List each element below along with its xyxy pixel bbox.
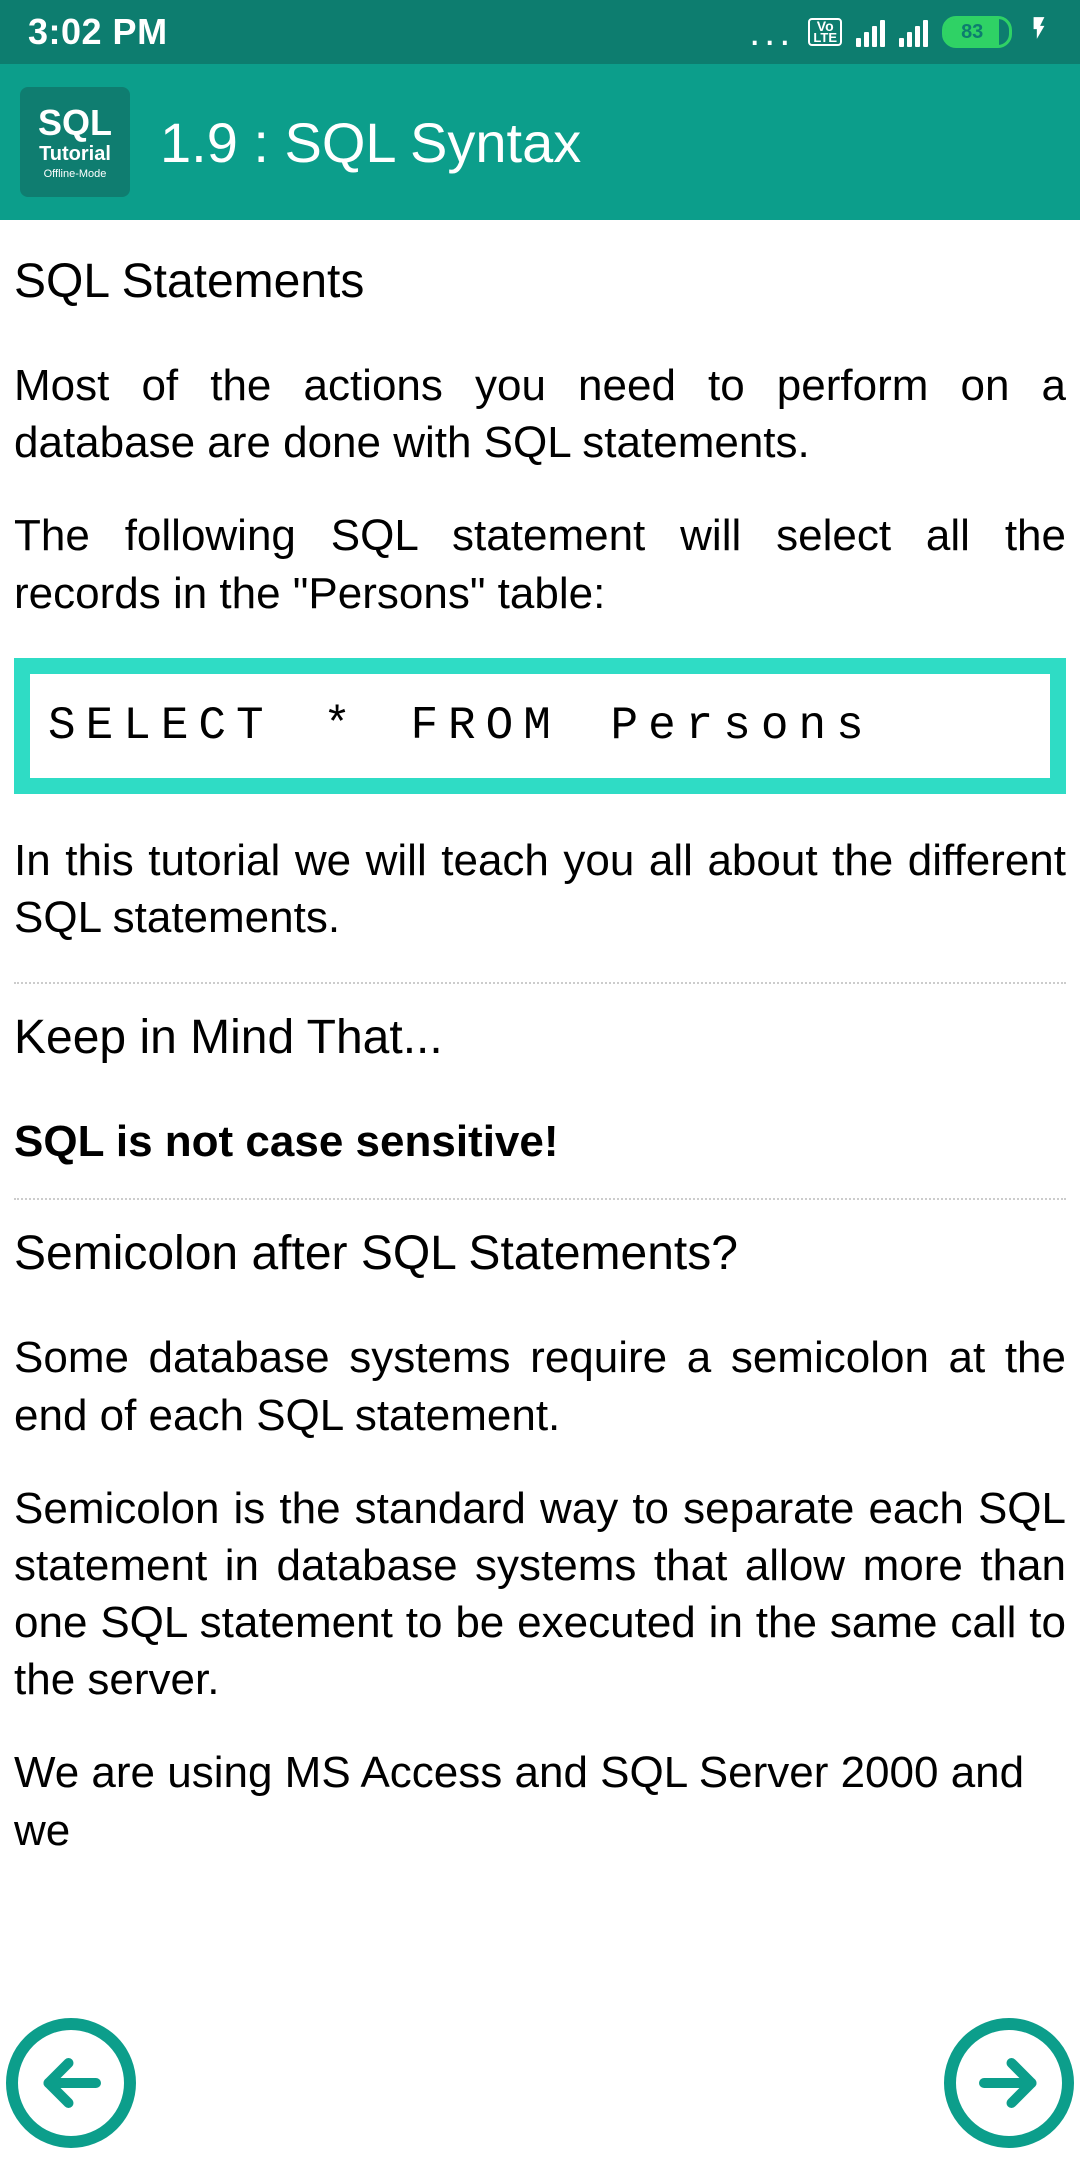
app-logo[interactable]: SQL Tutorial Offline-Mode xyxy=(20,87,130,197)
paragraph: We are using MS Access and SQL Server 20… xyxy=(14,1744,1066,1858)
more-icon: ... xyxy=(749,12,794,52)
heading-keep-in-mind: Keep in Mind That... xyxy=(14,1010,1066,1065)
arrow-right-icon xyxy=(979,2053,1039,2113)
code-example: SELECT * FROM Persons xyxy=(28,672,1052,780)
logo-line1: SQL xyxy=(38,105,112,141)
paragraph: Most of the actions you need to perform … xyxy=(14,357,1066,471)
paragraph: Some database systems require a semicolo… xyxy=(14,1329,1066,1443)
status-bar: 3:02 PM ... Vo LTE 83 xyxy=(0,0,1080,64)
paragraph: Semicolon is the standard way to separat… xyxy=(14,1480,1066,1709)
signal-icon xyxy=(856,17,885,47)
next-button[interactable] xyxy=(944,2018,1074,2148)
divider xyxy=(14,1198,1066,1200)
logo-line3: Offline-Mode xyxy=(44,168,107,180)
battery-icon: 83 xyxy=(942,16,1012,48)
paragraph: The following SQL statement will select … xyxy=(14,507,1066,621)
heading-semicolon: Semicolon after SQL Statements? xyxy=(14,1226,1066,1281)
code-example-box: SELECT * FROM Persons xyxy=(14,658,1066,794)
arrow-left-icon xyxy=(41,2053,101,2113)
app-bar: SQL Tutorial Offline-Mode 1.9 : SQL Synt… xyxy=(0,64,1080,220)
paragraph-strong: SQL is not case sensitive! xyxy=(14,1113,1066,1170)
logo-line2: Tutorial xyxy=(39,143,111,166)
previous-button[interactable] xyxy=(6,2018,136,2148)
paragraph: In this tutorial we will teach you all a… xyxy=(14,832,1066,946)
divider xyxy=(14,982,1066,984)
volte-icon: Vo LTE xyxy=(808,18,842,46)
content-area[interactable]: SQL Statements Most of the actions you n… xyxy=(0,220,1080,2160)
heading-sql-statements: SQL Statements xyxy=(14,254,1066,309)
status-icons: ... Vo LTE 83 xyxy=(749,12,1052,52)
charging-icon xyxy=(1026,12,1052,52)
page-title: 1.9 : SQL Syntax xyxy=(160,110,581,175)
status-time: 3:02 PM xyxy=(28,11,168,53)
signal-icon xyxy=(899,17,928,47)
